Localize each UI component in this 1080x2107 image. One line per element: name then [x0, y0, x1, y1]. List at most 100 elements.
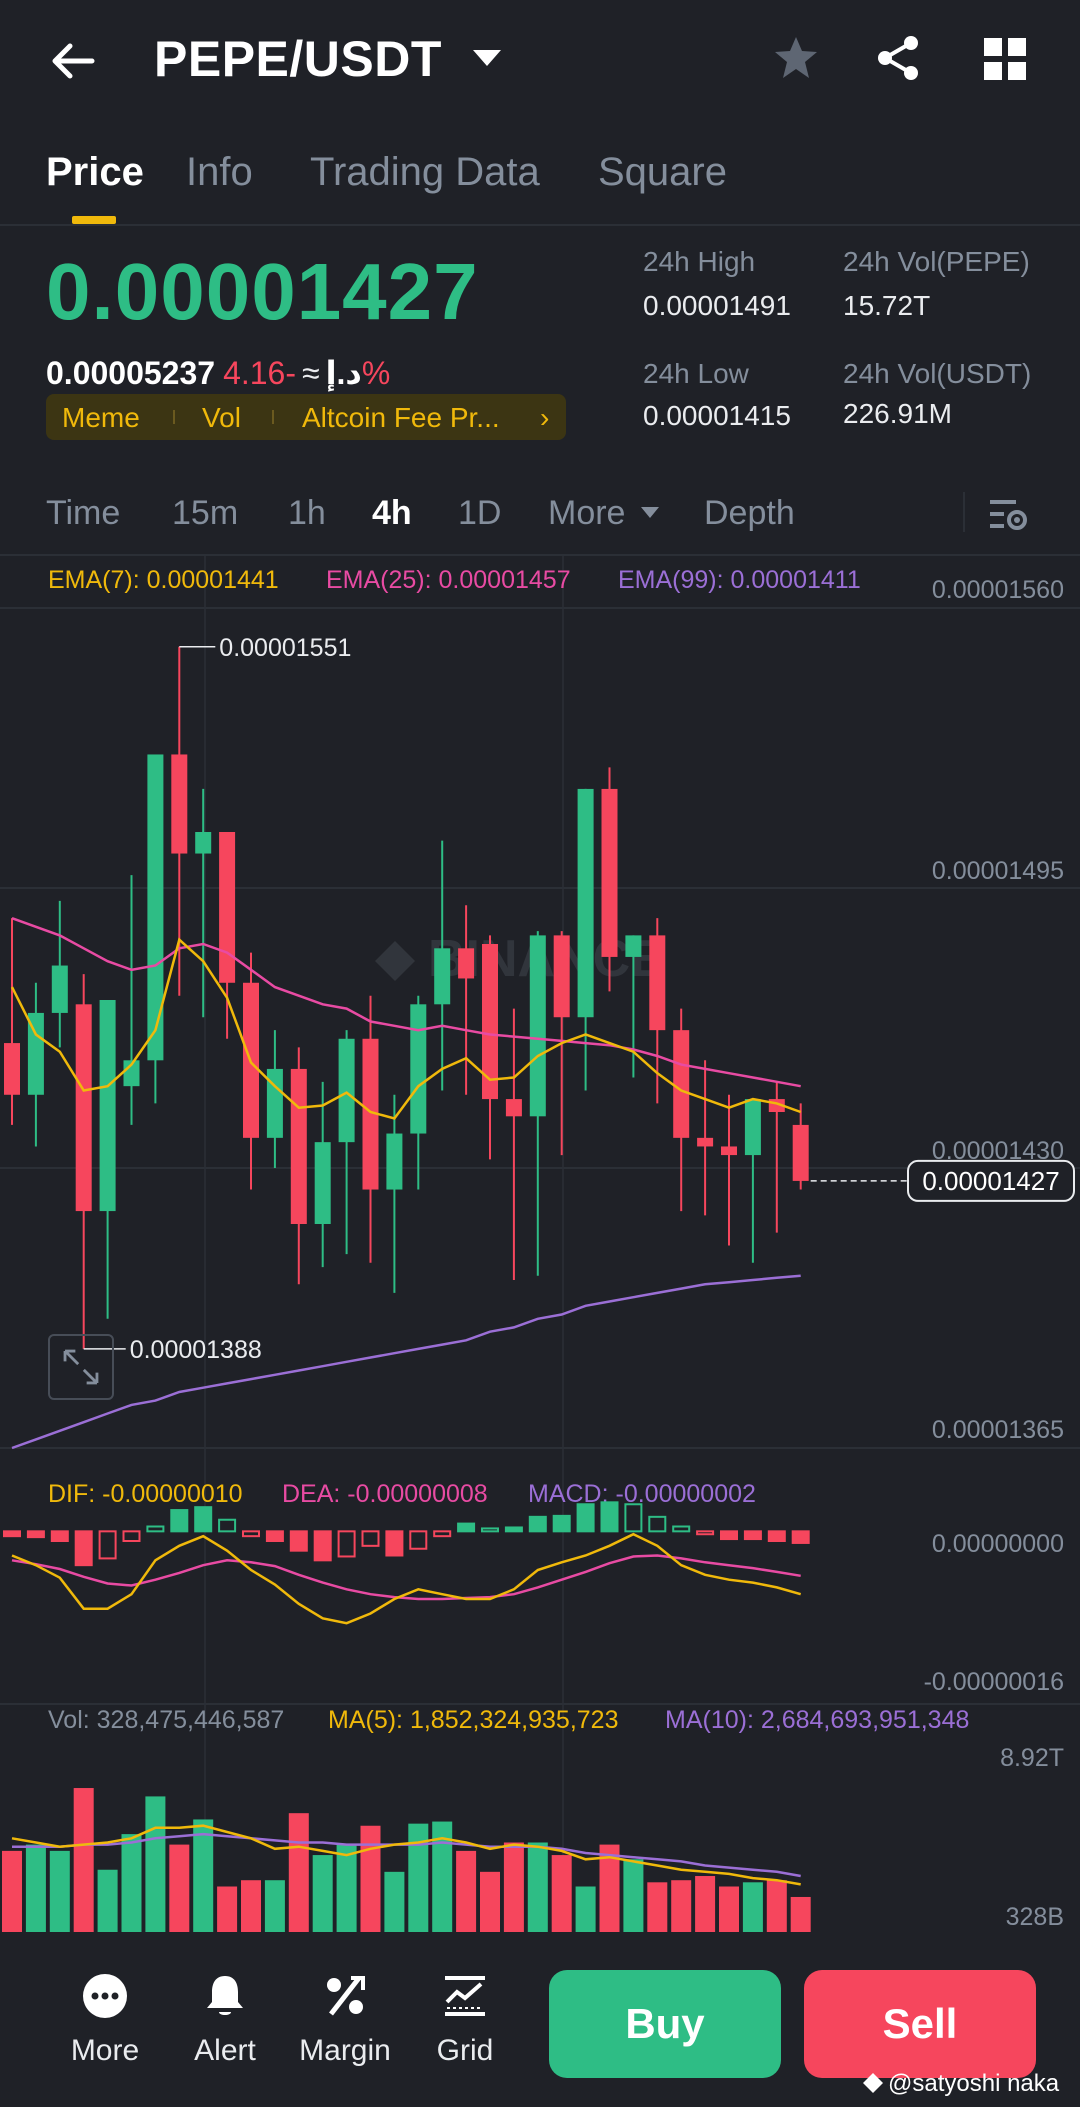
- tag-meme[interactable]: Meme: [62, 402, 140, 434]
- pair-title[interactable]: PEPE/USDT: [154, 30, 442, 88]
- fiat-symbol: د.إ: [325, 355, 362, 391]
- caret-down-icon[interactable]: [470, 46, 504, 70]
- macd-bar: [481, 1527, 499, 1533]
- macd-bar: [457, 1522, 476, 1533]
- buy-button[interactable]: Buy: [549, 1970, 781, 2078]
- macd-bar: [791, 1530, 810, 1544]
- macd-bar: [146, 1525, 165, 1533]
- candle-body: [792, 1124, 809, 1181]
- volume-bar: [49, 1850, 70, 1932]
- volume-bar: [456, 1850, 477, 1932]
- candle-body: [75, 1004, 92, 1212]
- timeframe-more-label: More: [548, 494, 626, 532]
- macd-bar: [433, 1530, 452, 1538]
- candle-body: [219, 832, 236, 983]
- timeframe-15m[interactable]: 15m: [172, 494, 238, 533]
- timeframe-1d[interactable]: 1D: [458, 494, 501, 533]
- macd-bar: [504, 1526, 523, 1533]
- tag-vol[interactable]: Vol: [202, 402, 241, 434]
- volume-bar: [719, 1886, 739, 1932]
- stat-24h-vol-quote-value: 226.91M: [843, 398, 952, 429]
- volume-bar: [766, 1880, 787, 1932]
- macd-bar: [218, 1518, 237, 1533]
- alert-button[interactable]: Alert: [170, 1972, 280, 2068]
- timeframe-depth[interactable]: Depth: [704, 494, 795, 533]
- fiat-price: 0.00005237: [46, 355, 216, 391]
- candle-body: [458, 948, 475, 979]
- chevron-right-icon[interactable]: ›: [540, 402, 549, 434]
- binance-watermark: BINANCE: [375, 930, 665, 988]
- credit-text: @satyoshi naka: [888, 2070, 1060, 2097]
- candle-body: [290, 1068, 307, 1224]
- volume-bar: [408, 1823, 429, 1932]
- macd-bar: [624, 1503, 643, 1533]
- candle-body: [51, 965, 68, 1013]
- bell-icon: [207, 1976, 243, 2015]
- margin-label: Margin: [299, 2034, 391, 2067]
- timeframe-bar: Time 15m 1h 4h 1D More Depth: [0, 476, 1080, 556]
- volume-bar: [264, 1880, 285, 1932]
- margin-button[interactable]: Margin: [290, 1972, 400, 2068]
- grid-icon[interactable]: [982, 36, 1028, 82]
- fiat-price-line: 0.00005237 د.إ≈-4.16%: [46, 354, 390, 392]
- ema7-legend: EMA(7): 0.00001441: [48, 566, 279, 594]
- candle-body: [529, 935, 546, 1117]
- macd-bar: [170, 1509, 189, 1533]
- tab-info[interactable]: Info: [186, 150, 253, 195]
- star-icon[interactable]: [772, 34, 820, 82]
- macd-bar: [26, 1530, 45, 1539]
- volume-bar: [25, 1844, 46, 1932]
- price-chart[interactable]: BINANCE EMA(7): 0.00001441 EMA(25): 0.00…: [0, 556, 1080, 1932]
- stat-24h-vol-quote-label: 24h Vol(USDT): [843, 358, 1032, 389]
- more-button[interactable]: More: [50, 1972, 160, 2068]
- volume-bar: [551, 1855, 572, 1932]
- tag-divider: [173, 410, 175, 424]
- diamond-logo-icon: [863, 2073, 883, 2093]
- candle-body: [697, 1137, 714, 1147]
- candle-body: [410, 1004, 427, 1134]
- timeframe-time[interactable]: Time: [46, 494, 120, 533]
- chart-settings-icon[interactable]: [988, 494, 1028, 534]
- tag-altcoin-fee[interactable]: Altcoin Fee Pr...: [302, 402, 500, 434]
- approx-sign: ≈: [302, 355, 320, 391]
- expand-chart-icon[interactable]: [48, 1334, 114, 1400]
- tag-pill[interactable]: Meme Vol Altcoin Fee Pr... ›: [46, 394, 566, 440]
- timeframe-1h[interactable]: 1h: [288, 494, 326, 533]
- more-dots-icon: [83, 1974, 127, 2018]
- timeframe-4h[interactable]: 4h: [372, 494, 412, 533]
- tab-trading-data[interactable]: Trading Data: [310, 150, 540, 195]
- tab-square[interactable]: Square: [598, 150, 727, 195]
- macd-bar: [242, 1530, 260, 1538]
- last-price: 0.00001427: [46, 247, 479, 336]
- grid-button[interactable]: Grid: [410, 1972, 520, 2068]
- more-label: More: [70, 2034, 140, 2067]
- macd-bar: [289, 1530, 308, 1552]
- timeframe-more[interactable]: More: [548, 494, 661, 533]
- stat-24h-low-value: 0.00001415: [643, 400, 791, 431]
- volume-ma5-legend: MA(5): 1,852,324,935,723: [328, 1706, 618, 1734]
- macd-dea-legend: DEA: -0.00000008: [282, 1480, 488, 1508]
- share-icon[interactable]: [874, 34, 922, 82]
- candle-body: [338, 1038, 355, 1143]
- macd-bar: [767, 1530, 786, 1542]
- macd-dea-line: [11, 1554, 801, 1601]
- macd-bar: [98, 1530, 117, 1560]
- macd-dif-legend: DIF: -0.00000010: [48, 1480, 243, 1508]
- sell-button[interactable]: Sell: [804, 1970, 1036, 2078]
- y-tick-label: 0.00001495: [932, 857, 1064, 885]
- macd-bar: [122, 1530, 141, 1542]
- volume-bar: [169, 1844, 190, 1932]
- volume-bar: [312, 1855, 333, 1932]
- y-tick-label: 0.00001560: [932, 576, 1064, 604]
- candle-body: [314, 1142, 331, 1224]
- tab-price[interactable]: Price: [46, 150, 144, 195]
- candle-body: [505, 1099, 522, 1117]
- volume-ma10-legend: MA(10): 2,684,693,951,348: [665, 1706, 969, 1734]
- percent-icon: [327, 1976, 365, 2016]
- candle-body: [171, 754, 188, 854]
- back-arrow-icon[interactable]: [48, 36, 98, 86]
- high-price-label: 0.00001551: [219, 634, 351, 662]
- volume-bar: [647, 1882, 668, 1932]
- stat-24h-vol-base-label: 24h Vol(PEPE): [843, 246, 1030, 277]
- candle-body: [721, 1146, 737, 1156]
